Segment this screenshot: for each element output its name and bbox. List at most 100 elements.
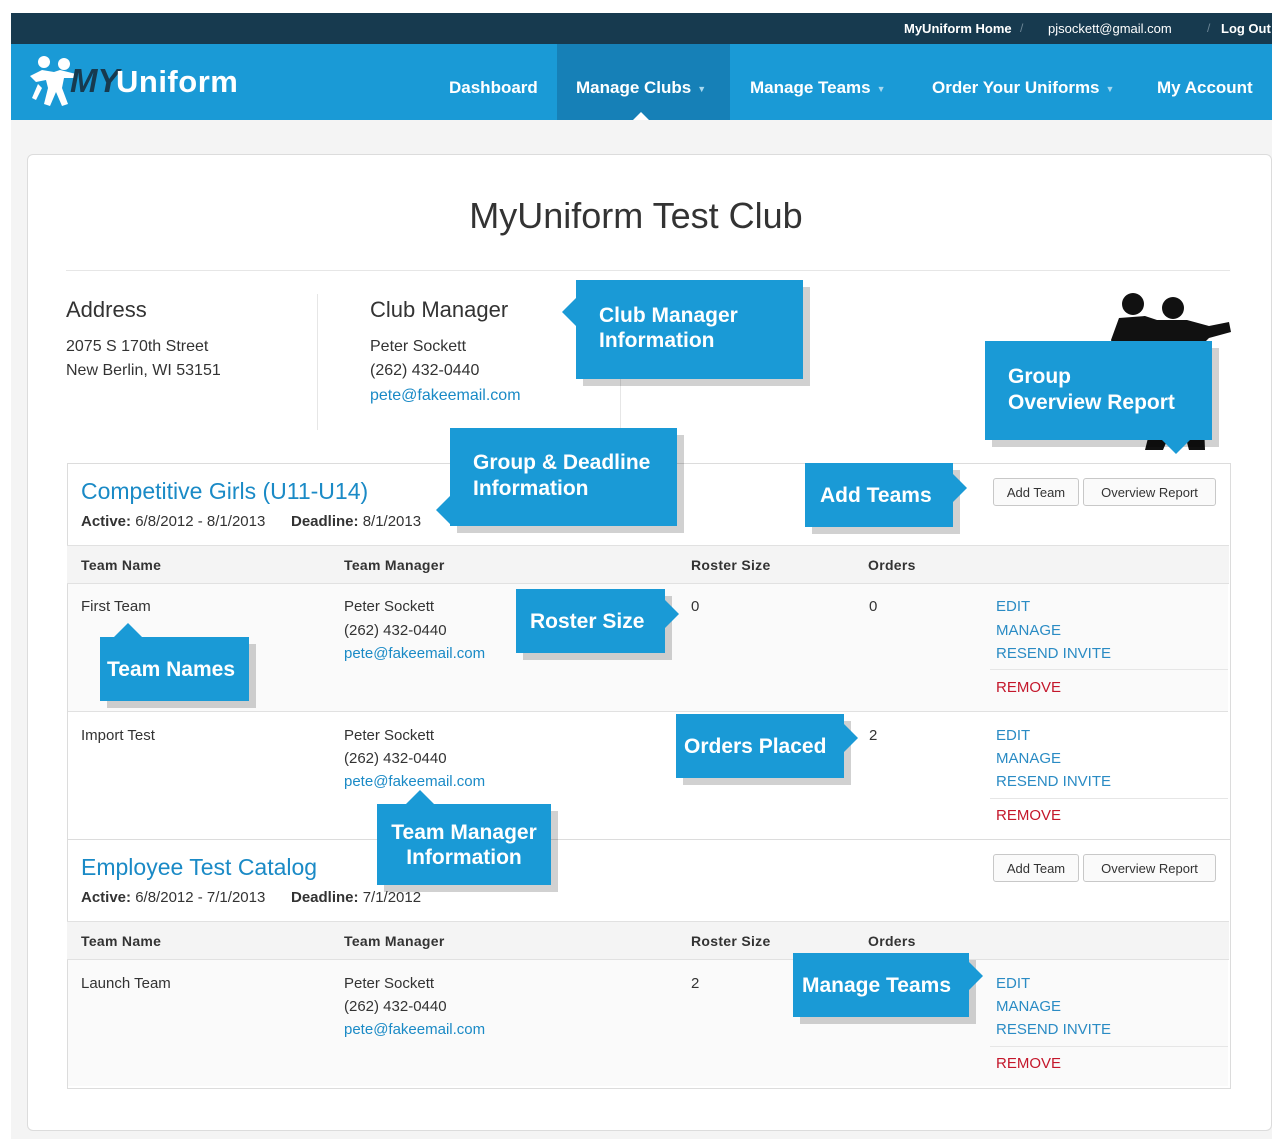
separator: / xyxy=(1207,21,1211,35)
callout-team-names: Team Names xyxy=(100,637,249,701)
group-deadline: Deadline: 7/1/2012 xyxy=(291,889,421,906)
callout-pointer xyxy=(953,474,967,502)
team-manager-name: Peter Sockett xyxy=(344,598,435,615)
th-team-manager: Team Manager xyxy=(344,557,445,573)
nav-manage-teams[interactable]: Manage Teams ▼ xyxy=(750,78,886,98)
callout-text: Group & Deadline xyxy=(473,451,651,474)
nav-order-uniforms[interactable]: Order Your Uniforms ▼ xyxy=(932,78,1114,98)
callout-text: Group xyxy=(1008,365,1071,388)
roster-size-value: 2 xyxy=(691,975,700,992)
manage-link[interactable]: MANAGE xyxy=(996,998,1061,1015)
callout-pointer xyxy=(665,600,679,628)
callout-pointer xyxy=(1162,440,1190,454)
resend-invite-link[interactable]: RESEND INVITE xyxy=(996,645,1111,662)
group-deadline: Deadline: 8/1/2013 xyxy=(291,513,421,530)
separator: / xyxy=(1020,21,1024,35)
orders-value: 0 xyxy=(869,598,878,615)
address-line1: 2075 S 170th Street xyxy=(66,338,209,355)
divider xyxy=(990,669,1228,670)
th-orders: Orders xyxy=(868,933,916,949)
club-manager-phone: (262) 432-0440 xyxy=(370,362,480,379)
table-header xyxy=(67,545,1229,584)
callout-text: Club Manager xyxy=(599,304,738,327)
edit-link[interactable]: EDIT xyxy=(996,598,1030,615)
remove-link[interactable]: REMOVE xyxy=(996,679,1061,696)
team-manager-email[interactable]: pete@fakeemail.com xyxy=(344,1021,485,1038)
th-roster-size: Roster Size xyxy=(691,557,771,573)
callout-roster-size: Roster Size xyxy=(516,589,665,653)
deadline-value: 7/1/2012 xyxy=(362,889,422,906)
team-manager-name: Peter Sockett xyxy=(344,975,435,992)
callout-text: Information xyxy=(406,846,522,869)
club-title: MyUniform Test Club xyxy=(469,195,803,236)
club-manager-heading: Club Manager xyxy=(370,297,509,322)
callout-text: Orders Placed xyxy=(684,735,827,758)
callout-club-manager: Club Manager Information xyxy=(576,280,803,379)
overview-report-button[interactable]: Overview Report xyxy=(1083,478,1216,506)
deadline-label: Deadline: xyxy=(291,889,359,906)
add-team-button[interactable]: Add Team xyxy=(993,854,1079,882)
nav-manage-teams-label: Manage Teams xyxy=(750,78,871,97)
chevron-down-icon: ▼ xyxy=(876,83,886,94)
th-team-manager: Team Manager xyxy=(344,933,445,949)
callout-pointer xyxy=(406,790,434,804)
remove-link[interactable]: REMOVE xyxy=(996,1055,1061,1072)
resend-invite-link[interactable]: RESEND INVITE xyxy=(996,1021,1111,1038)
callout-group-deadline: Group & Deadline Information xyxy=(450,428,677,526)
divider xyxy=(317,294,318,430)
team-name: First Team xyxy=(81,598,151,615)
resend-invite-link[interactable]: RESEND INVITE xyxy=(996,773,1111,790)
add-team-button[interactable]: Add Team xyxy=(993,478,1079,506)
callout-text: Team Names xyxy=(107,658,236,681)
divider xyxy=(68,711,1228,712)
callout-text: Team Manager xyxy=(391,821,537,844)
divider xyxy=(990,798,1228,799)
active-value: 6/8/2012 - 8/1/2013 xyxy=(135,513,266,530)
chevron-down-icon: ▼ xyxy=(1105,83,1115,94)
manage-link[interactable]: MANAGE xyxy=(996,622,1061,639)
th-roster-size: Roster Size xyxy=(691,933,771,949)
club-manager-email[interactable]: pete@fakeemail.com xyxy=(370,387,521,405)
table-header xyxy=(67,921,1229,960)
nav-manage-clubs[interactable]: Manage Clubs ▼ xyxy=(576,78,706,98)
team-name: Import Test xyxy=(81,727,155,744)
callout-group-overview: Group Overview Report xyxy=(985,341,1212,440)
team-manager-phone: (262) 432-0440 xyxy=(344,998,447,1015)
group-active-dates: Active: 6/8/2012 - 7/1/2013 xyxy=(81,889,265,906)
callout-add-teams: Add Teams xyxy=(805,463,953,527)
callout-team-manager: Team Manager Information xyxy=(377,804,551,885)
callout-pointer xyxy=(844,724,858,752)
remove-link[interactable]: REMOVE xyxy=(996,807,1061,824)
team-manager-name: Peter Sockett xyxy=(344,727,435,744)
address-line2: New Berlin, WI 53151 xyxy=(66,362,221,379)
orders-value: 2 xyxy=(869,727,878,744)
nav-order-uniforms-label: Order Your Uniforms xyxy=(932,78,1100,97)
overview-report-button[interactable]: Overview Report xyxy=(1083,854,1216,882)
club-manager-name: Peter Sockett xyxy=(370,338,467,355)
nav-my-account[interactable]: My Account xyxy=(1157,78,1253,98)
group-title[interactable]: Competitive Girls (U11-U14) xyxy=(81,478,368,505)
nav-manage-clubs-label: Manage Clubs xyxy=(576,78,692,97)
team-manager-phone: (262) 432-0440 xyxy=(344,622,447,639)
divider xyxy=(990,1046,1228,1047)
team-manager-email[interactable]: pete@fakeemail.com xyxy=(344,645,485,662)
account-email-link[interactable]: pjsockett@gmail.com xyxy=(1048,21,1172,36)
manage-link[interactable]: MANAGE xyxy=(996,750,1061,767)
active-label: Active: xyxy=(81,889,132,906)
team-name: Launch Team xyxy=(81,975,171,992)
logo-uniform-text: Uniform xyxy=(116,64,239,99)
callout-text: Add Teams xyxy=(820,484,932,507)
callout-manage-teams: Manage Teams xyxy=(793,953,969,1017)
callout-text: Roster Size xyxy=(530,610,645,633)
nav-dashboard[interactable]: Dashboard xyxy=(449,78,538,98)
team-manager-email[interactable]: pete@fakeemail.com xyxy=(344,773,485,790)
myuniform-home-link[interactable]: MyUniform Home xyxy=(904,21,1012,36)
callout-pointer xyxy=(969,962,983,990)
edit-link[interactable]: EDIT xyxy=(996,975,1030,992)
group-title[interactable]: Employee Test Catalog xyxy=(81,854,317,881)
th-team-name: Team Name xyxy=(81,557,162,573)
edit-link[interactable]: EDIT xyxy=(996,727,1030,744)
logout-link[interactable]: Log Out xyxy=(1221,21,1271,36)
callout-text: Overview Report xyxy=(1008,391,1175,414)
deadline-value: 8/1/2013 xyxy=(362,513,422,530)
